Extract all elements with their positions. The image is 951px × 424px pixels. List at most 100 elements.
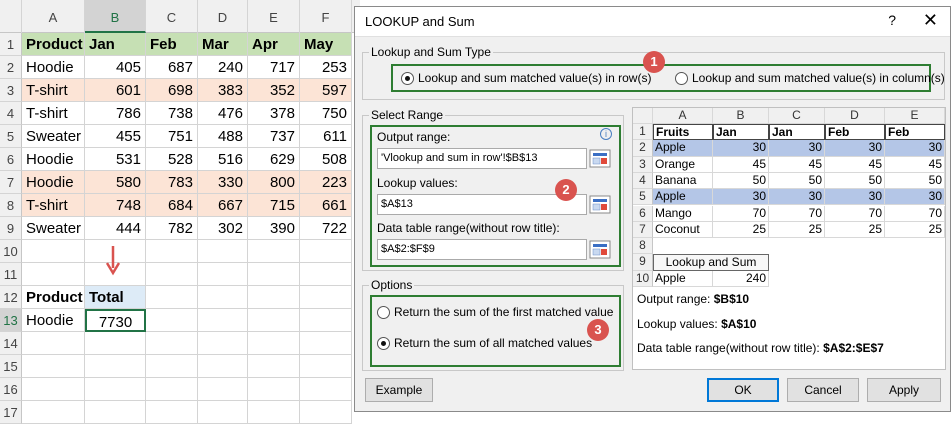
table-cell[interactable]: 488 xyxy=(198,125,248,148)
table-cell[interactable]: 597 xyxy=(300,79,352,102)
table-cell[interactable]: 253 xyxy=(300,56,352,79)
empty-cell[interactable] xyxy=(85,332,146,355)
column-header-f[interactable]: F xyxy=(300,0,352,33)
table-cell[interactable]: 698 xyxy=(146,79,198,102)
empty-cell[interactable] xyxy=(300,355,352,378)
row-header[interactable]: 9 xyxy=(0,217,22,240)
result-cell[interactable]: Hoodie xyxy=(22,309,85,332)
table-cell[interactable]: 687 xyxy=(146,56,198,79)
table-header-cell[interactable]: Mar xyxy=(198,33,248,56)
empty-cell[interactable] xyxy=(85,401,146,424)
type-row-radio[interactable]: Lookup and sum matched value(s) in row(s… xyxy=(401,71,651,85)
empty-cell[interactable] xyxy=(85,355,146,378)
empty-cell[interactable] xyxy=(22,401,85,424)
table-cell[interactable]: 782 xyxy=(146,217,198,240)
column-header-a[interactable]: A xyxy=(22,0,85,33)
table-cell[interactable]: 405 xyxy=(85,56,146,79)
empty-cell[interactable] xyxy=(300,263,352,286)
table-cell[interactable]: T-shirt xyxy=(22,102,85,125)
table-cell[interactable]: 383 xyxy=(198,79,248,102)
row-header[interactable]: 11 xyxy=(0,263,22,286)
table-range-input[interactable]: $A$2:$F$9 xyxy=(377,239,587,260)
table-header-cell[interactable]: Apr xyxy=(248,33,300,56)
empty-cell[interactable] xyxy=(146,401,198,424)
empty-cell[interactable] xyxy=(300,332,352,355)
empty-cell[interactable] xyxy=(248,240,300,263)
empty-cell[interactable] xyxy=(146,309,198,332)
row-header[interactable]: 16 xyxy=(0,378,22,401)
empty-cell[interactable] xyxy=(248,286,300,309)
row-header[interactable]: 6 xyxy=(0,148,22,171)
row-header[interactable]: 10 xyxy=(0,240,22,263)
empty-cell[interactable] xyxy=(248,355,300,378)
empty-cell[interactable] xyxy=(85,378,146,401)
table-cell[interactable]: Hoodie xyxy=(22,56,85,79)
empty-cell[interactable] xyxy=(300,401,352,424)
table-cell[interactable]: Sweater xyxy=(22,125,85,148)
apply-button[interactable]: Apply xyxy=(867,378,941,402)
table-cell[interactable]: 629 xyxy=(248,148,300,171)
empty-cell[interactable] xyxy=(146,286,198,309)
table-cell[interactable]: 667 xyxy=(198,194,248,217)
table-cell[interactable]: 508 xyxy=(300,148,352,171)
row-header[interactable]: 17 xyxy=(0,401,22,424)
row-header[interactable]: 3 xyxy=(0,79,22,102)
table-header-cell[interactable]: May xyxy=(300,33,352,56)
close-button[interactable]: ✕ xyxy=(923,10,938,31)
type-column-radio[interactable]: Lookup and sum matched value(s) in colum… xyxy=(675,71,945,85)
empty-cell[interactable] xyxy=(146,240,198,263)
row-header[interactable]: 13 xyxy=(0,309,22,332)
help-button[interactable]: ? xyxy=(888,12,896,28)
empty-cell[interactable] xyxy=(198,240,248,263)
empty-cell[interactable] xyxy=(146,378,198,401)
empty-cell[interactable] xyxy=(198,378,248,401)
table-cell[interactable]: 800 xyxy=(248,171,300,194)
table-cell[interactable]: 738 xyxy=(146,102,198,125)
column-header-e[interactable]: E xyxy=(248,0,300,33)
table-cell[interactable]: 684 xyxy=(146,194,198,217)
row-header[interactable]: 8 xyxy=(0,194,22,217)
row-header[interactable]: 4 xyxy=(0,102,22,125)
column-header-d[interactable]: D xyxy=(198,0,248,33)
ok-button[interactable]: OK xyxy=(707,378,779,402)
range-select-icon[interactable] xyxy=(589,240,611,259)
empty-cell[interactable] xyxy=(198,263,248,286)
select-all-corner[interactable] xyxy=(0,0,22,33)
table-cell[interactable]: 516 xyxy=(198,148,248,171)
table-cell[interactable]: 390 xyxy=(248,217,300,240)
empty-cell[interactable] xyxy=(22,355,85,378)
table-cell[interactable]: 715 xyxy=(248,194,300,217)
empty-cell[interactable] xyxy=(248,263,300,286)
table-cell[interactable]: 302 xyxy=(198,217,248,240)
cancel-button[interactable]: Cancel xyxy=(787,378,859,402)
table-cell[interactable]: 750 xyxy=(300,102,352,125)
table-cell[interactable]: 748 xyxy=(85,194,146,217)
lookup-values-input[interactable]: $A$13 xyxy=(377,194,587,215)
table-header-cell[interactable]: Product xyxy=(22,33,85,56)
option-first-radio[interactable]: Return the sum of the first matched valu… xyxy=(377,305,613,319)
empty-cell[interactable] xyxy=(146,332,198,355)
table-cell[interactable]: 528 xyxy=(146,148,198,171)
empty-cell[interactable] xyxy=(248,401,300,424)
empty-cell[interactable] xyxy=(248,332,300,355)
row-header[interactable]: 12 xyxy=(0,286,22,309)
table-cell[interactable]: 783 xyxy=(146,171,198,194)
table-cell[interactable]: T-shirt xyxy=(22,194,85,217)
empty-cell[interactable] xyxy=(22,240,85,263)
empty-cell[interactable] xyxy=(198,332,248,355)
empty-cell[interactable] xyxy=(300,378,352,401)
table-cell[interactable]: 737 xyxy=(248,125,300,148)
empty-cell[interactable] xyxy=(22,332,85,355)
table-cell[interactable]: 601 xyxy=(85,79,146,102)
row-header[interactable]: 5 xyxy=(0,125,22,148)
range-select-icon[interactable] xyxy=(589,149,611,168)
empty-cell[interactable] xyxy=(22,378,85,401)
table-cell[interactable]: 661 xyxy=(300,194,352,217)
empty-cell[interactable] xyxy=(198,286,248,309)
table-cell[interactable]: Sweater xyxy=(22,217,85,240)
option-all-radio[interactable]: Return the sum of all matched values xyxy=(377,336,592,350)
range-select-icon[interactable] xyxy=(589,195,611,214)
table-cell[interactable]: 786 xyxy=(85,102,146,125)
result-total-cell[interactable]: 7730 xyxy=(85,309,146,332)
column-header-c[interactable]: C xyxy=(146,0,198,33)
